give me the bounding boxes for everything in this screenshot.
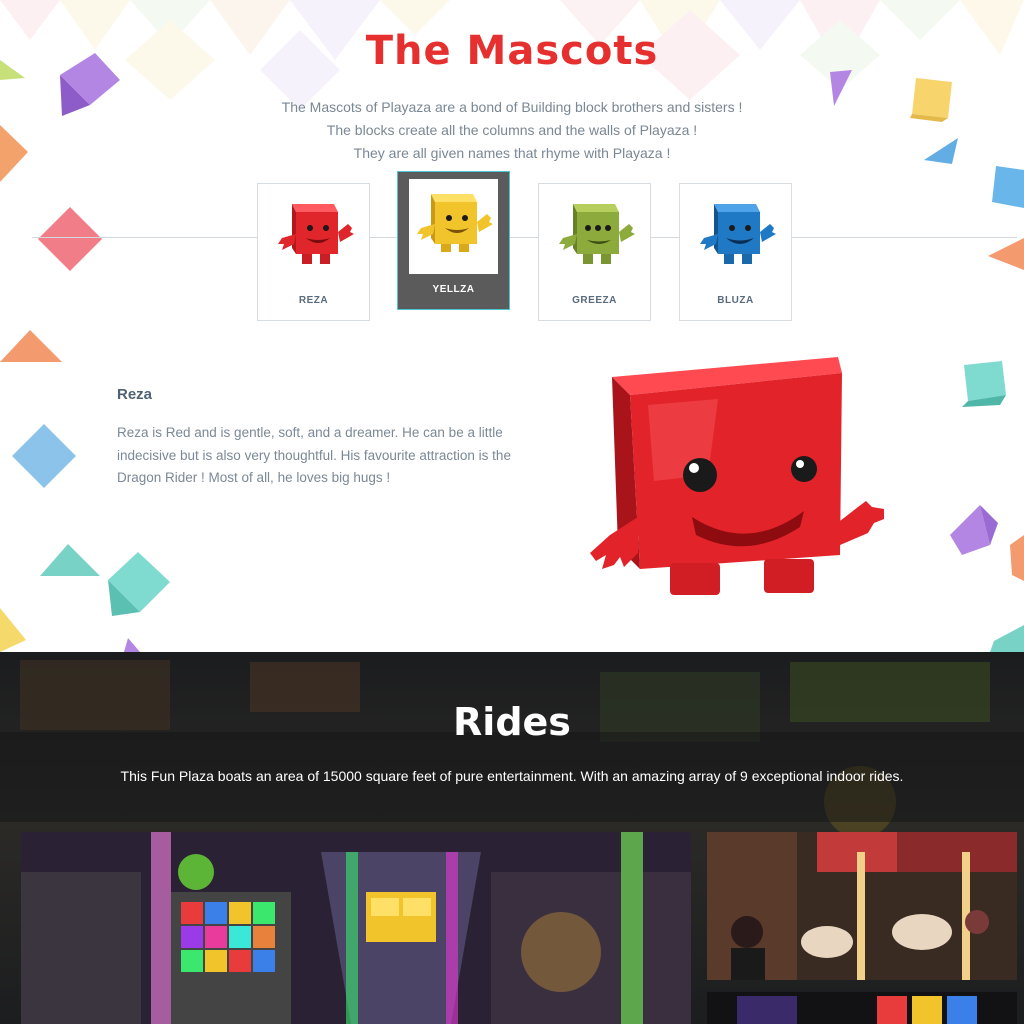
intro-line: The blocks create all the columns and th…: [326, 122, 698, 138]
ride-photo-arcade[interactable]: [707, 992, 1017, 1024]
mascot-detail-name: Reza: [117, 386, 153, 403]
mascot-card-label: BLUZA: [717, 295, 754, 306]
ride-photo-image: [21, 832, 691, 1024]
greeza-mascot-icon: [559, 204, 635, 264]
intro-line: They are all given names that rhyme with…: [353, 145, 671, 161]
block-shapes-decoration: [40, 544, 170, 616]
triangle-shape-decoration: [0, 330, 62, 362]
timeline-line: [32, 237, 1017, 238]
reza-large-mascot-image: [590, 357, 884, 595]
ride-photo-image: [707, 992, 1017, 1024]
mascot-card-yellza[interactable]: YELLZA: [397, 171, 510, 310]
mascot-card-label: YELLZA: [432, 284, 475, 295]
mascot-card-label: REZA: [298, 295, 329, 306]
mascot-card-bluza[interactable]: BLUZA: [679, 183, 792, 321]
intro-line: The Mascots of Playaza are a bond of Bui…: [281, 99, 743, 115]
mascot-card-label: GREEZA: [572, 295, 617, 306]
ride-photo-image: [707, 832, 1017, 980]
diamond-shape-decoration: [12, 424, 76, 488]
mascots-title: The Mascots: [365, 28, 659, 74]
mascot-card-greeza[interactable]: GREEZA: [538, 183, 651, 321]
mascot-card-reza[interactable]: REZA: [257, 183, 370, 321]
rides-description: This Fun Plaza boats an area of 15000 sq…: [120, 768, 904, 784]
mascot-detail-description: Reza is Red and is gentle, soft, and a d…: [117, 425, 511, 485]
triangle-shape-decoration: [0, 608, 140, 652]
ride-photo-carousel[interactable]: [707, 832, 1017, 980]
diamond-shape-decoration: [38, 207, 102, 271]
yellza-mascot-icon: [417, 194, 493, 252]
mascots-section: The Mascots The Mascots of Playaza are a…: [0, 0, 1024, 652]
bluza-mascot-icon: [700, 204, 776, 264]
ride-photo-playzone[interactable]: [21, 832, 691, 1024]
mascots-intro: The Mascots of Playaza are a bond of Bui…: [0, 96, 1024, 165]
rides-section: Rides This Fun Plaza boats an area of 15…: [0, 652, 1024, 1024]
reza-mascot-icon: [278, 204, 354, 264]
rides-title: Rides: [453, 700, 571, 744]
block-shapes-decoration: [950, 361, 1024, 652]
